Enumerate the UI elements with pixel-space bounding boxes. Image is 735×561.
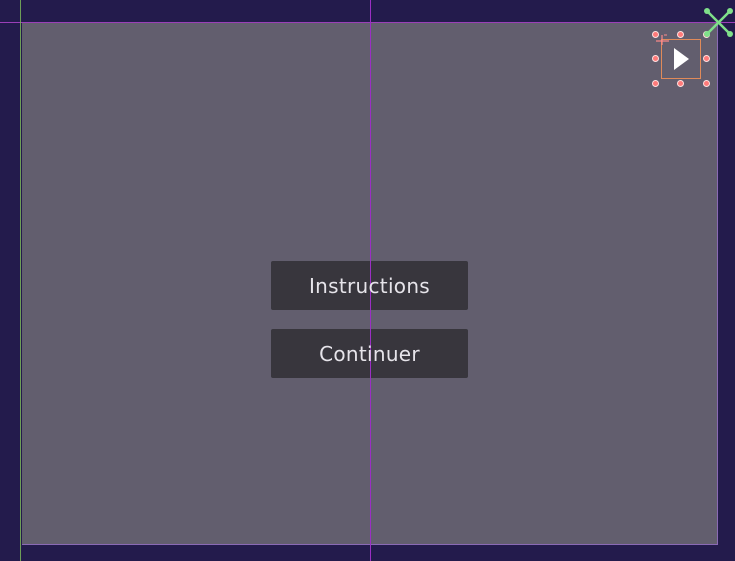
viewport-guide-horizontal bbox=[0, 22, 735, 23]
resize-handle-top[interactable] bbox=[677, 31, 684, 38]
resize-handle-left[interactable] bbox=[652, 55, 659, 62]
resize-handle-bottom[interactable] bbox=[677, 80, 684, 87]
anchor-icon[interactable] bbox=[702, 6, 735, 39]
play-icon bbox=[674, 48, 689, 70]
resize-handle-right[interactable] bbox=[703, 55, 710, 62]
resize-handle-bottom-right[interactable] bbox=[703, 80, 710, 87]
viewport-guide-vertical-left bbox=[20, 0, 21, 561]
continue-button-label: Continuer bbox=[319, 341, 420, 366]
resize-handle-bottom-left[interactable] bbox=[652, 80, 659, 87]
instructions-button-label: Instructions bbox=[308, 273, 431, 298]
resize-handle-top-left[interactable] bbox=[652, 31, 659, 38]
